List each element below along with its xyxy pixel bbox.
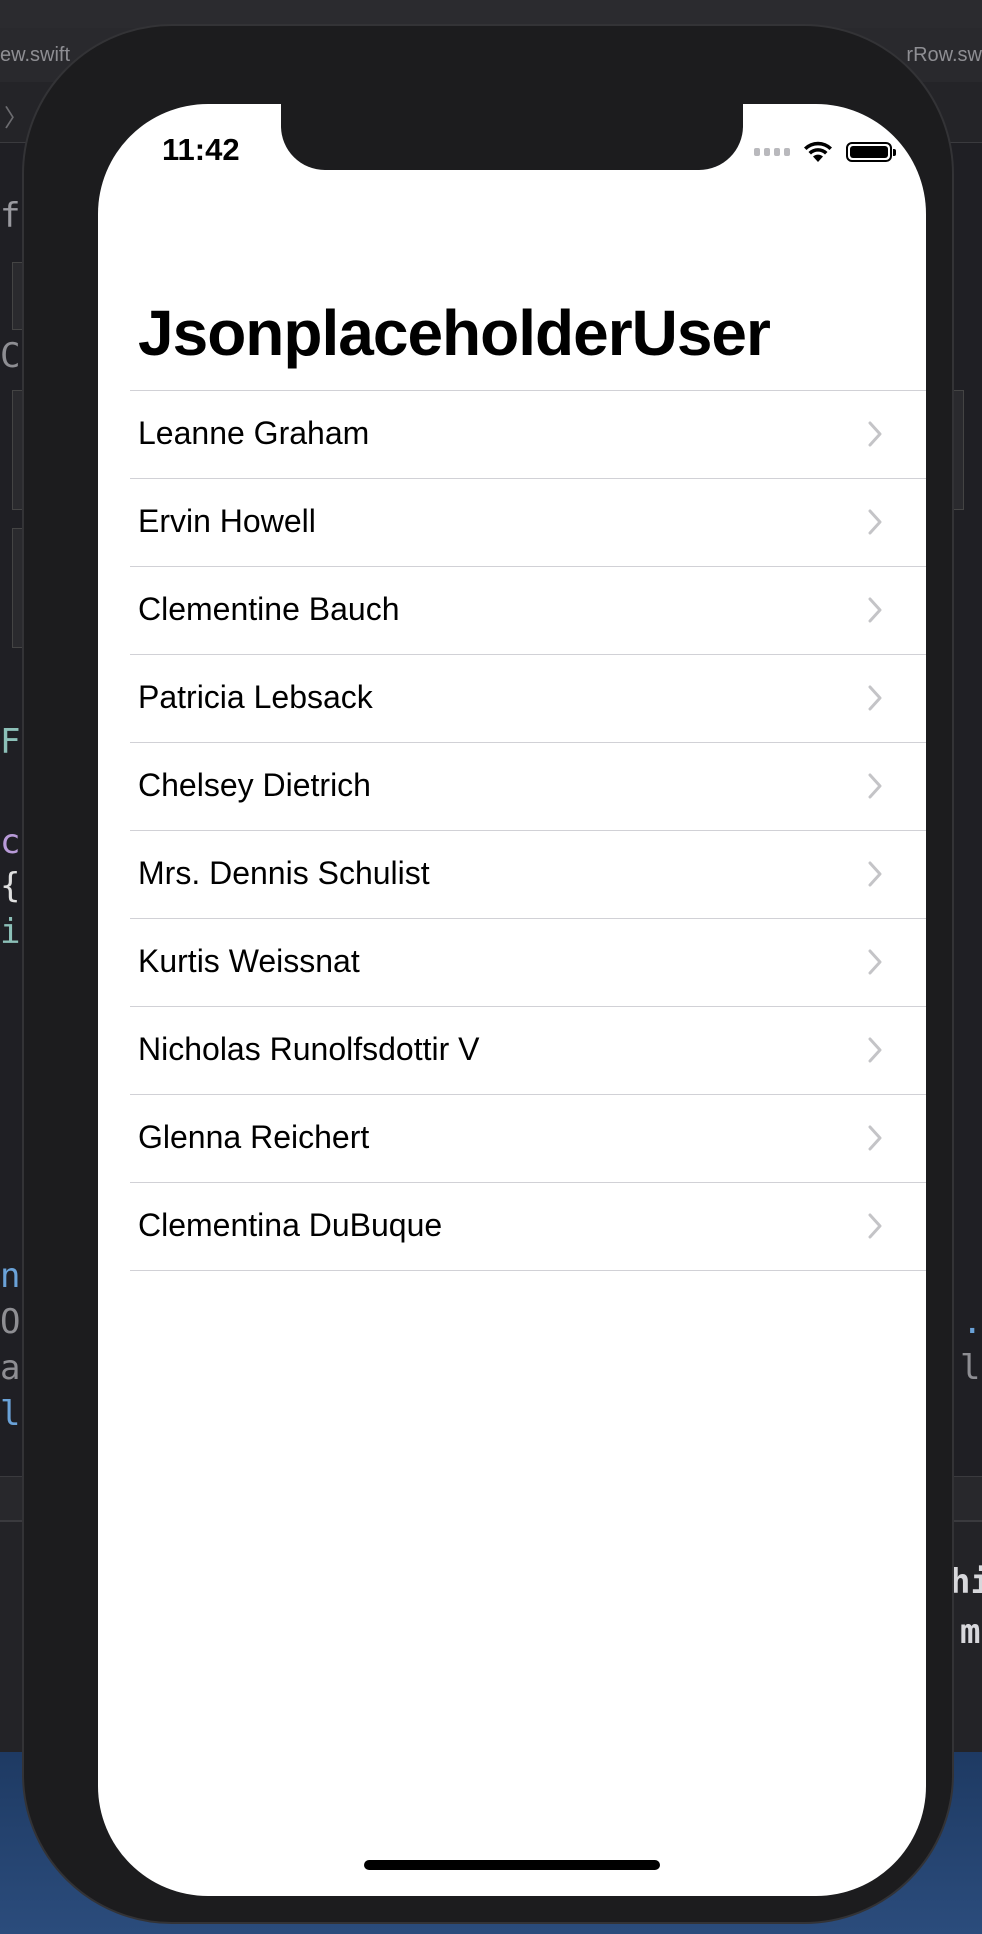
code-fragment: F [0, 722, 21, 762]
user-row[interactable]: Patricia Lebsack [130, 655, 926, 743]
user-row[interactable]: Kurtis Weissnat [130, 919, 926, 1007]
device-notch [281, 104, 743, 170]
user-name: Ervin Howell [138, 503, 316, 539]
user-row[interactable]: Leanne Graham [130, 391, 926, 479]
user-name: Leanne Graham [138, 415, 370, 451]
code-fragment: a [0, 1348, 21, 1388]
chevron-right-icon: 〉 [4, 105, 28, 132]
console-text-fragment: hi [950, 1562, 982, 1602]
status-icons [754, 140, 896, 164]
chevron-right-icon [868, 1213, 882, 1239]
user-name: Glenna Reichert [138, 1119, 370, 1155]
code-fragment: l [0, 1394, 21, 1434]
chevron-right-icon [868, 949, 882, 975]
iphone-simulator-frame: 11:42 JsonplaceholderUser Leanne Graham E… [22, 24, 954, 1924]
code-fragment: . [962, 1302, 982, 1342]
user-name: Patricia Lebsack [138, 679, 373, 715]
code-fragment: O [0, 1302, 21, 1342]
user-row[interactable]: Clementine Bauch [130, 567, 926, 655]
user-row[interactable]: Chelsey Dietrich [130, 743, 926, 831]
status-time: 11:42 [162, 132, 240, 167]
chevron-right-icon [868, 1125, 882, 1151]
editor-tab-right[interactable]: rRow.sw [906, 44, 982, 67]
user-name: Mrs. Dennis Schulist [138, 855, 430, 891]
chevron-right-icon [868, 1037, 882, 1063]
chevron-right-icon [868, 421, 882, 447]
code-fragment: f [0, 196, 21, 236]
chevron-right-icon [868, 509, 882, 535]
wifi-icon [804, 141, 832, 162]
user-row[interactable]: Nicholas Runolfsdottir V [130, 1007, 926, 1095]
code-fragment: { [0, 866, 21, 906]
home-indicator[interactable] [364, 1860, 660, 1870]
user-name: Nicholas Runolfsdottir V [138, 1031, 480, 1067]
chevron-right-icon [868, 861, 882, 887]
chevron-right-icon [868, 685, 882, 711]
user-row[interactable]: Ervin Howell [130, 479, 926, 567]
user-name: Clementine Bauch [138, 591, 400, 627]
user-row[interactable]: Mrs. Dennis Schulist [130, 831, 926, 919]
user-name: Clementina DuBuque [138, 1207, 443, 1243]
device-screen: 11:42 JsonplaceholderUser Leanne Graham E… [98, 104, 926, 1896]
code-fragment: l [960, 1348, 981, 1388]
chevron-right-icon [868, 597, 882, 623]
code-fragment: i [0, 912, 21, 952]
user-row[interactable]: Clementina DuBuque [130, 1183, 926, 1271]
navigation-title: JsonplaceholderUser [138, 297, 771, 369]
editor-tab-left[interactable]: ew.swift [0, 44, 70, 67]
chevron-right-icon [868, 773, 882, 799]
code-fragment: n [0, 1256, 21, 1296]
cellular-signal-icon [754, 148, 790, 156]
user-list: Leanne Graham Ervin Howell Clementine Bauc… [130, 390, 926, 1271]
user-name: Chelsey Dietrich [138, 767, 371, 803]
console-text-fragment: m [960, 1612, 981, 1652]
code-fragment: C [0, 336, 21, 376]
code-fragment: c [0, 822, 21, 862]
user-name: Kurtis Weissnat [138, 943, 360, 979]
user-row[interactable]: Glenna Reichert [130, 1095, 926, 1183]
battery-icon [846, 142, 896, 162]
